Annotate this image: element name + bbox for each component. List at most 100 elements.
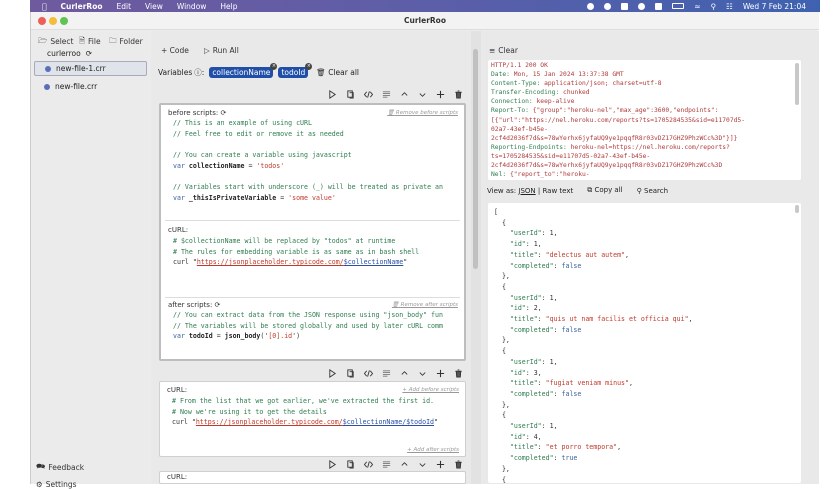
help-icon[interactable]: ⓘ: (194, 67, 204, 78)
copy-all-button[interactable]: ⧉ Copy all (587, 186, 622, 195)
code-token: // You can extract data from the JSON re… (173, 311, 443, 319)
after-scripts-editor[interactable]: // You can extract data from the JSON re… (173, 310, 443, 342)
trash-button[interactable] (454, 90, 463, 101)
menu-help[interactable]: Help (220, 2, 237, 11)
remove-variable-icon[interactable]: × (305, 63, 313, 70)
file-item[interactable]: new-file.crr (34, 79, 147, 94)
trash-button[interactable] (454, 369, 463, 380)
wifi-icon[interactable]: ≈ (694, 2, 700, 11)
status-icon[interactable] (638, 2, 646, 10)
code-button[interactable] (363, 369, 374, 380)
menu-app[interactable]: CurlerRoo (61, 2, 103, 11)
view-raw-tab[interactable]: Raw text (542, 187, 573, 195)
format-button[interactable] (382, 90, 391, 101)
code-token: : (553, 261, 562, 270)
curl-editor[interactable]: # $collectionName will be replaced by "t… (173, 236, 419, 268)
menu-window[interactable]: Window (177, 2, 207, 11)
copy-button[interactable] (346, 369, 355, 380)
run-button[interactable] (328, 369, 337, 380)
code-line: # Now we're using it to get the details (172, 407, 438, 418)
format-button[interactable] (382, 369, 391, 380)
feedback-button[interactable]: 🗪 Feedback (36, 461, 84, 474)
chevron-down-button[interactable] (418, 460, 427, 471)
run-button[interactable] (328, 90, 337, 101)
code-token: : (537, 250, 546, 259)
code-button[interactable] (363, 90, 374, 101)
request-block[interactable]: cURL: + Add before scripts # From the li… (159, 381, 466, 457)
trash-button[interactable] (454, 460, 463, 471)
status-icon[interactable] (621, 2, 629, 10)
add-code-button[interactable]: + Code (161, 46, 189, 55)
curl-editor[interactable]: # From the list that we got earlier, we'… (172, 396, 438, 428)
remove-after-scripts-link[interactable]: 🗑 Remove after scripts (392, 302, 458, 308)
format-button[interactable] (382, 460, 391, 471)
workspace-root[interactable]: curlerroo ⟳ (47, 49, 92, 58)
variable-chip[interactable]: collectionName × (209, 63, 278, 78)
run-all-button[interactable]: ▷ Run All (204, 46, 239, 55)
code-line: ts=1705284535&sid=e11707d5-02a7-43ef-b45… (491, 152, 745, 161)
menu-edit[interactable]: Edit (117, 2, 132, 11)
run-button[interactable] (328, 460, 337, 471)
remove-variable-icon[interactable]: × (270, 63, 278, 70)
status-icon[interactable] (604, 2, 612, 10)
code-token: { (494, 475, 506, 483)
before-scripts-editor[interactable]: // This is an example of using cURL // Fe… (173, 118, 443, 204)
trash-icon (455, 369, 462, 378)
status-icon[interactable] (587, 2, 595, 10)
chevron-down-button[interactable] (418, 90, 427, 101)
input-source-icon[interactable] (655, 2, 663, 10)
file-item[interactable]: new-file-1.crr (34, 61, 147, 76)
apple-icon[interactable]:  (42, 2, 47, 11)
body-scrollbar[interactable] (795, 205, 799, 213)
editor-scrollbar[interactable] (471, 31, 481, 484)
clear-button[interactable]: ≡ Clear (489, 46, 518, 55)
code-line: "userId": 1, (494, 293, 693, 304)
headers-scrollbar[interactable] (795, 63, 799, 105)
copy-button[interactable] (346, 460, 355, 471)
response-body[interactable]: [ { "userId": 1, "id": 1, "title": "dele… (488, 203, 801, 483)
refresh-icon[interactable]: ⟳ (215, 301, 221, 309)
variable-chip[interactable]: todoId × (278, 63, 313, 78)
plus-button[interactable] (436, 90, 445, 101)
code-token: keep-alive (536, 98, 575, 106)
refresh-icon[interactable]: ⟳ (221, 109, 227, 117)
add-after-scripts-link[interactable]: + Add after scripts (407, 447, 459, 453)
chevron-up-button[interactable] (400, 90, 409, 101)
chevron-up-button[interactable] (400, 460, 409, 471)
code-line: curl "https://jsonplaceholder.typicode.c… (173, 257, 419, 268)
code-line: var _thisIsPrivateVariable = 'some value… (173, 193, 443, 204)
refresh-icon[interactable]: ⟳ (86, 49, 92, 58)
menu-view[interactable]: View (145, 2, 163, 11)
copy-icon: ⧉ (587, 186, 593, 194)
code-button[interactable] (363, 460, 374, 471)
chevron-down-button[interactable] (418, 369, 427, 380)
sidebar: 🗁 Select 🗎 File 🗀 Folder curlerroo ⟳ new-fil… (31, 31, 151, 489)
search-button[interactable]: ⚲ Search (637, 187, 668, 195)
scrollbar-thumb[interactable] (473, 49, 478, 269)
request-block[interactable]: cURL: (159, 471, 466, 484)
request-block[interactable]: before scripts: ⟳ 🗑 Remove before script… (159, 103, 466, 361)
copy-button[interactable] (346, 90, 355, 101)
response-headers[interactable]: HTTP/1.1 200 OK Date: Mon, 15 Jan 2024 13… (488, 60, 801, 180)
clear-all-button[interactable]: 🗑 Clear all (316, 68, 359, 77)
chevron-up-button[interactable] (400, 369, 409, 380)
remove-before-scripts-link[interactable]: 🗑 Remove before scripts (387, 110, 458, 116)
before-scripts-label: before scripts: ⟳ (168, 109, 227, 117)
search-icon: ⚲ (636, 186, 642, 195)
battery-icon[interactable] (672, 3, 685, 9)
select-button[interactable]: 🗁 Select (38, 35, 73, 48)
code-token: $collectionName/$todoId (342, 418, 435, 427)
add-before-scripts-link[interactable]: + Add before scripts (402, 387, 459, 393)
code-token: : 1, (541, 422, 558, 431)
plus-button[interactable] (436, 460, 445, 471)
new-file-button[interactable]: 🗎 File (79, 35, 101, 48)
plus-button[interactable] (436, 369, 445, 380)
new-folder-button[interactable]: 🗀 Folder (109, 35, 143, 48)
clock[interactable]: Wed 7 Feb 21:04 (743, 2, 806, 11)
settings-button[interactable]: ⚙ Settings (36, 480, 77, 489)
chevron-down-icon (419, 93, 426, 97)
control-center-icon[interactable]: ☷ (726, 2, 733, 11)
search-icon[interactable]: ⚲ (711, 2, 717, 11)
code-token: : 3, (525, 368, 542, 377)
view-json-tab[interactable]: JSON (518, 187, 535, 195)
